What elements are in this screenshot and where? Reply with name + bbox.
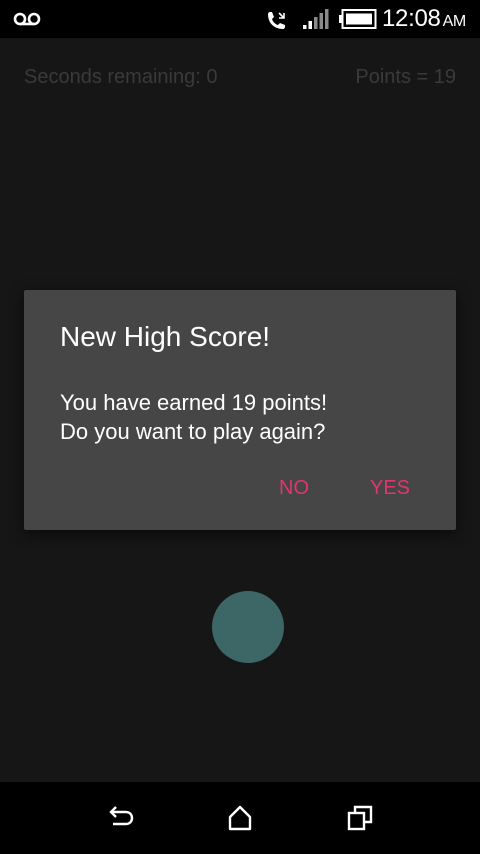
back-icon[interactable] — [104, 802, 136, 834]
seconds-remaining-label: Seconds remaining: 0 — [24, 66, 218, 88]
points-label: Points = 19 — [355, 66, 456, 88]
dialog-message-line1: You have earned 19 points! — [60, 390, 328, 415]
dialog-title: New High Score! — [60, 321, 271, 352]
game-target-circle[interactable] — [212, 591, 284, 663]
clock-ampm: AM — [442, 13, 467, 30]
signal-icon — [303, 9, 329, 29]
dialog-message-line2: Do you want to play again? — [60, 419, 326, 444]
navigation-bar — [0, 782, 480, 854]
voicemail-icon — [13, 12, 41, 26]
home-icon[interactable] — [224, 802, 256, 834]
recents-icon[interactable] — [344, 802, 376, 834]
battery-icon — [339, 9, 377, 29]
clock-time: 12:08 — [382, 5, 441, 32]
status-bar: 12:08 AM — [0, 0, 480, 38]
high-score-dialog: New High Score! You have earned 19 point… — [24, 290, 456, 530]
no-button[interactable]: NO — [278, 470, 310, 506]
clock: 12:08 AM — [382, 5, 466, 33]
call-icon — [268, 12, 285, 29]
dialog-message: You have earned 19 points! Do you want t… — [60, 388, 327, 446]
yes-button[interactable]: YES — [370, 470, 410, 506]
